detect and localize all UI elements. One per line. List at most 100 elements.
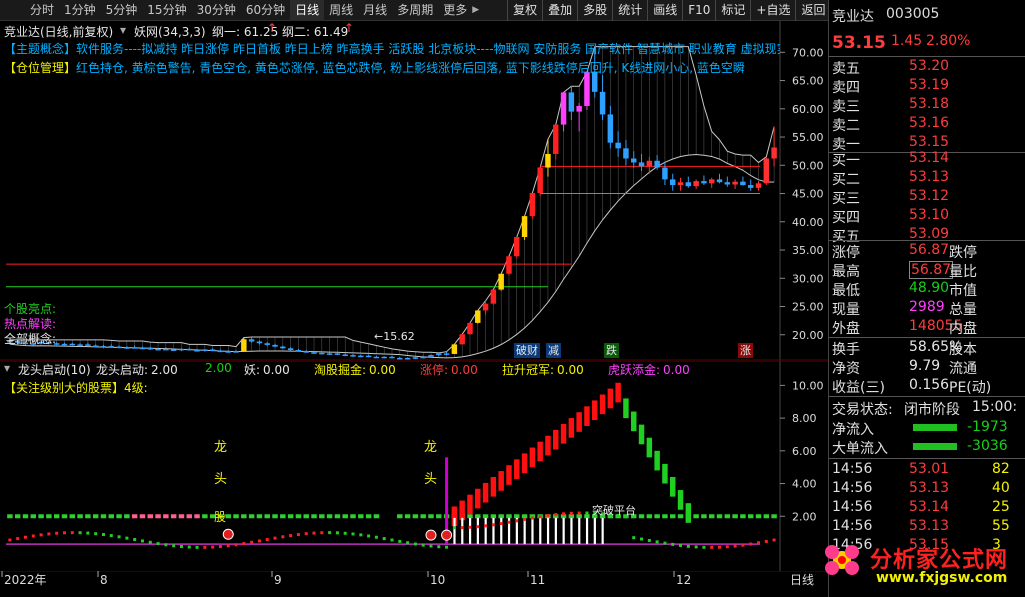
- candle-body[interactable]: [170, 349, 177, 351]
- candle-body[interactable]: [514, 237, 520, 257]
- candle-body[interactable]: [233, 351, 239, 353]
- bid-price[interactable]: 53.14: [909, 150, 949, 166]
- candle-body[interactable]: [155, 348, 161, 351]
- candle-body[interactable]: [217, 350, 224, 353]
- buy-signal-icon[interactable]: [425, 529, 437, 541]
- more-arrow-icon[interactable]: ▶: [472, 5, 507, 15]
- candle-body[interactable]: [631, 158, 637, 163]
- candle-body[interactable]: [350, 355, 356, 357]
- candle-body[interactable]: [763, 158, 770, 184]
- candle-body[interactable]: [607, 114, 614, 143]
- candle-body[interactable]: [92, 345, 99, 347]
- tab-3[interactable]: 15分钟: [142, 0, 191, 21]
- candle-body[interactable]: [124, 347, 130, 349]
- toolbar-button-4[interactable]: 画线: [647, 0, 682, 21]
- buy-signal-icon[interactable]: [441, 529, 453, 541]
- candle-body[interactable]: [693, 181, 699, 187]
- candle-body[interactable]: [724, 182, 731, 185]
- bid-price[interactable]: 53.13: [909, 169, 949, 185]
- candle-body[interactable]: [311, 352, 317, 354]
- candle-body[interactable]: [178, 348, 185, 351]
- candle-body[interactable]: [264, 343, 270, 345]
- candle-body[interactable]: [638, 162, 645, 167]
- candle-body[interactable]: [77, 344, 83, 346]
- candle-body[interactable]: [490, 289, 497, 304]
- candle-body[interactable]: [568, 92, 575, 112]
- ask-price[interactable]: 53.20: [909, 58, 949, 74]
- candle-body[interactable]: [553, 124, 559, 154]
- candle-body[interactable]: [576, 105, 582, 112]
- candle-body[interactable]: [459, 334, 465, 345]
- tab-4[interactable]: 30分钟: [192, 0, 241, 21]
- candle-body[interactable]: [529, 192, 536, 217]
- candle-body[interactable]: [194, 350, 200, 352]
- candle-body[interactable]: [225, 351, 231, 353]
- period-label[interactable]: 日线: [790, 573, 814, 587]
- candle-body[interactable]: [677, 182, 684, 186]
- sub-dropdown-icon[interactable]: ▾: [4, 361, 10, 375]
- candle-body[interactable]: [443, 353, 450, 355]
- candle-body[interactable]: [202, 349, 208, 351]
- candle-body[interactable]: [397, 357, 403, 360]
- ask-price[interactable]: 53.16: [909, 115, 949, 131]
- candle-body[interactable]: [108, 346, 115, 348]
- candle-body[interactable]: [662, 167, 668, 180]
- tab-10[interactable]: 更多: [438, 0, 472, 21]
- buy-signal-icon[interactable]: [222, 528, 234, 540]
- candle-body[interactable]: [241, 339, 247, 352]
- candle-body[interactable]: [256, 341, 263, 344]
- candle-body[interactable]: [373, 356, 380, 359]
- candle-body[interactable]: [147, 347, 153, 350]
- toolbar-button-5[interactable]: F10: [682, 0, 715, 21]
- candle-body[interactable]: [389, 356, 395, 359]
- candle-body[interactable]: [319, 352, 325, 355]
- candle-body[interactable]: [747, 185, 754, 188]
- ask-price[interactable]: 53.18: [909, 96, 949, 112]
- candle-body[interactable]: [209, 349, 216, 351]
- candle-body[interactable]: [755, 183, 762, 188]
- tab-9[interactable]: 多周期: [392, 0, 438, 21]
- candle-body[interactable]: [708, 179, 715, 184]
- bid-price[interactable]: 53.10: [909, 207, 949, 223]
- candle-body[interactable]: [61, 343, 68, 346]
- candle-body[interactable]: [646, 160, 653, 167]
- candle-body[interactable]: [545, 153, 551, 168]
- candle-body[interactable]: [100, 346, 107, 348]
- candle-body[interactable]: [358, 355, 364, 358]
- candle-body[interactable]: [701, 181, 707, 184]
- indicator-dropdown-icon[interactable]: ▾: [120, 23, 126, 37]
- toolbar-button-0[interactable]: 复权: [507, 0, 542, 21]
- candle-body[interactable]: [420, 356, 426, 359]
- candle-body[interactable]: [623, 148, 629, 159]
- candle-body[interactable]: [186, 348, 192, 351]
- tab-5[interactable]: 60分钟: [241, 0, 290, 21]
- candle-body[interactable]: [615, 142, 621, 149]
- toolbar-button-1[interactable]: 叠加: [542, 0, 577, 21]
- bid-price[interactable]: 53.12: [909, 188, 949, 204]
- candle-body[interactable]: [732, 181, 738, 185]
- candle-body[interactable]: [69, 343, 76, 346]
- tag-jian[interactable]: 减: [546, 343, 561, 358]
- candle-body[interactable]: [139, 347, 146, 350]
- tab-8[interactable]: 月线: [358, 0, 392, 21]
- candle-body[interactable]: [436, 353, 442, 356]
- candle-body[interactable]: [116, 346, 122, 349]
- candle-body[interactable]: [280, 346, 286, 349]
- candle-body[interactable]: [584, 72, 590, 106]
- candle-body[interactable]: [303, 351, 309, 353]
- candle-body[interactable]: [599, 91, 606, 115]
- ask-price[interactable]: 53.19: [909, 77, 949, 93]
- indicator-name[interactable]: 妖网(34,3,3): [134, 23, 206, 40]
- candle-body[interactable]: [771, 147, 777, 159]
- toolbar-button-8[interactable]: 返回: [795, 0, 830, 21]
- candle-body[interactable]: [412, 357, 419, 359]
- candle-body[interactable]: [716, 179, 723, 183]
- sub-title[interactable]: 龙头启动(10): [18, 361, 91, 378]
- candle-body[interactable]: [740, 181, 746, 186]
- candle-body[interactable]: [654, 160, 660, 168]
- ask-price[interactable]: 53.15: [909, 134, 949, 150]
- candle-body[interactable]: [287, 348, 294, 351]
- candle-body[interactable]: [498, 273, 504, 290]
- toolbar-button-7[interactable]: +自选: [750, 0, 795, 21]
- candle-body[interactable]: [85, 344, 91, 346]
